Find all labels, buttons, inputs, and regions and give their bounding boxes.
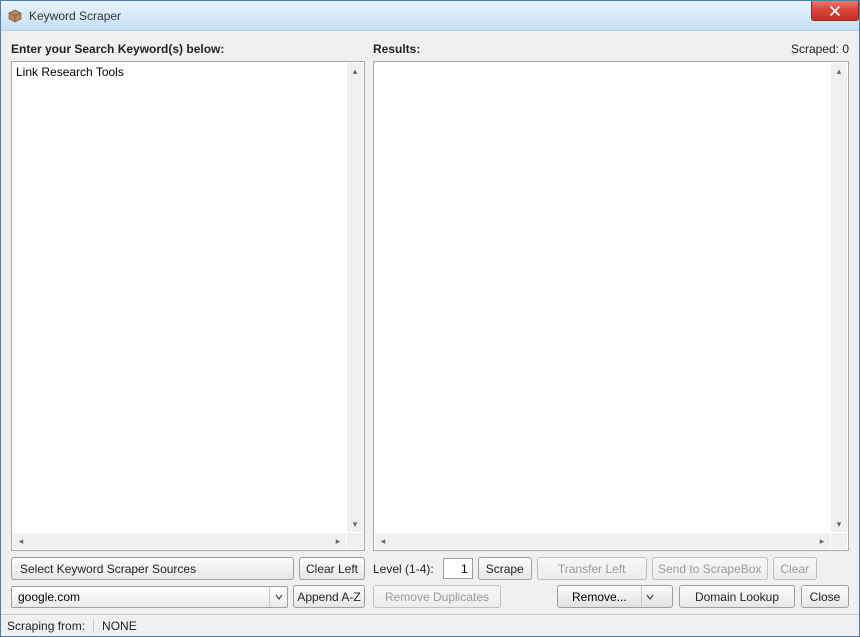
- chevron-down-icon: [641, 586, 659, 607]
- status-value: NONE: [102, 619, 137, 633]
- clear-left-button[interactable]: Clear Left: [299, 557, 365, 580]
- titlebar[interactable]: Keyword Scraper: [1, 1, 859, 31]
- content-area: Enter your Search Keyword(s) below: ▴ ▾ …: [1, 31, 859, 614]
- scroll-corner: [347, 533, 363, 549]
- right-panel: Results: Scraped: 0 ▴ ▾ ◂ ▸: [373, 41, 849, 614]
- level-input[interactable]: [443, 558, 473, 579]
- transfer-left-button[interactable]: Transfer Left: [537, 557, 647, 580]
- scroll-track[interactable]: [831, 79, 847, 516]
- columns: Enter your Search Keyword(s) below: ▴ ▾ …: [11, 41, 849, 614]
- statusbar: Scraping from: NONE: [1, 614, 859, 636]
- left-label-row: Enter your Search Keyword(s) below:: [11, 41, 365, 57]
- close-button[interactable]: Close: [801, 585, 849, 608]
- scroll-up-icon[interactable]: ▴: [347, 63, 363, 79]
- scroll-track[interactable]: [391, 533, 814, 549]
- results-label: Results:: [373, 42, 420, 56]
- scrape-button[interactable]: Scrape: [478, 557, 532, 580]
- window-title: Keyword Scraper: [29, 9, 121, 23]
- left-panel: Enter your Search Keyword(s) below: ▴ ▾ …: [11, 41, 365, 614]
- keywords-scroll-vertical[interactable]: ▴ ▾: [347, 63, 363, 532]
- close-window-button[interactable]: [811, 1, 859, 21]
- status-label: Scraping from:: [7, 619, 85, 633]
- clear-results-button[interactable]: Clear: [773, 557, 817, 580]
- scroll-track[interactable]: [347, 79, 363, 516]
- scroll-down-icon[interactable]: ▾: [831, 516, 847, 532]
- right-label-row: Results: Scraped: 0: [373, 41, 849, 57]
- results-scroll-vertical[interactable]: ▴ ▾: [831, 63, 847, 532]
- status-separator: [93, 619, 94, 633]
- window-frame: Keyword Scraper Enter your Search Keywor…: [0, 0, 860, 637]
- append-az-button[interactable]: Append A-Z: [293, 585, 365, 608]
- scroll-down-icon[interactable]: ▾: [347, 516, 363, 532]
- results-scroll-horizontal[interactable]: ◂ ▸: [375, 533, 830, 549]
- remove-dropdown-label: Remove...: [558, 590, 641, 604]
- results-textbox-wrap: ▴ ▾ ◂ ▸: [373, 61, 849, 551]
- source-combo[interactable]: google.com: [11, 586, 288, 608]
- left-row1: Select Keyword Scraper Sources Clear Lef…: [11, 557, 365, 580]
- level-label: Level (1-4):: [373, 562, 438, 576]
- scroll-up-icon[interactable]: ▴: [831, 63, 847, 79]
- app-icon: [7, 8, 23, 24]
- scroll-corner: [831, 533, 847, 549]
- remove-duplicates-button[interactable]: Remove Duplicates: [373, 585, 501, 608]
- scroll-right-icon[interactable]: ▸: [814, 533, 830, 549]
- scroll-left-icon[interactable]: ◂: [375, 533, 391, 549]
- source-combo-value: google.com: [18, 590, 269, 604]
- domain-lookup-button[interactable]: Domain Lookup: [679, 585, 795, 608]
- chevron-down-icon: [269, 587, 287, 607]
- scroll-track[interactable]: [29, 533, 330, 549]
- right-row2: Remove Duplicates Remove... Domain Looku…: [373, 585, 849, 608]
- keywords-label: Enter your Search Keyword(s) below:: [11, 42, 224, 56]
- select-sources-button[interactable]: Select Keyword Scraper Sources: [11, 557, 294, 580]
- keywords-scroll-horizontal[interactable]: ◂ ▸: [13, 533, 346, 549]
- results-textarea[interactable]: [374, 62, 848, 550]
- scroll-left-icon[interactable]: ◂: [13, 533, 29, 549]
- keywords-textbox-wrap: ▴ ▾ ◂ ▸: [11, 61, 365, 551]
- scroll-right-icon[interactable]: ▸: [330, 533, 346, 549]
- left-row2: google.com Append A-Z: [11, 585, 365, 608]
- right-row1: Level (1-4): Scrape Transfer Left Send t…: [373, 557, 849, 580]
- scraped-count: Scraped: 0: [791, 42, 849, 56]
- remove-dropdown[interactable]: Remove...: [557, 585, 673, 608]
- keywords-textarea[interactable]: [12, 62, 364, 550]
- close-icon: [830, 6, 840, 16]
- send-to-scrapebox-button[interactable]: Send to ScrapeBox: [652, 557, 768, 580]
